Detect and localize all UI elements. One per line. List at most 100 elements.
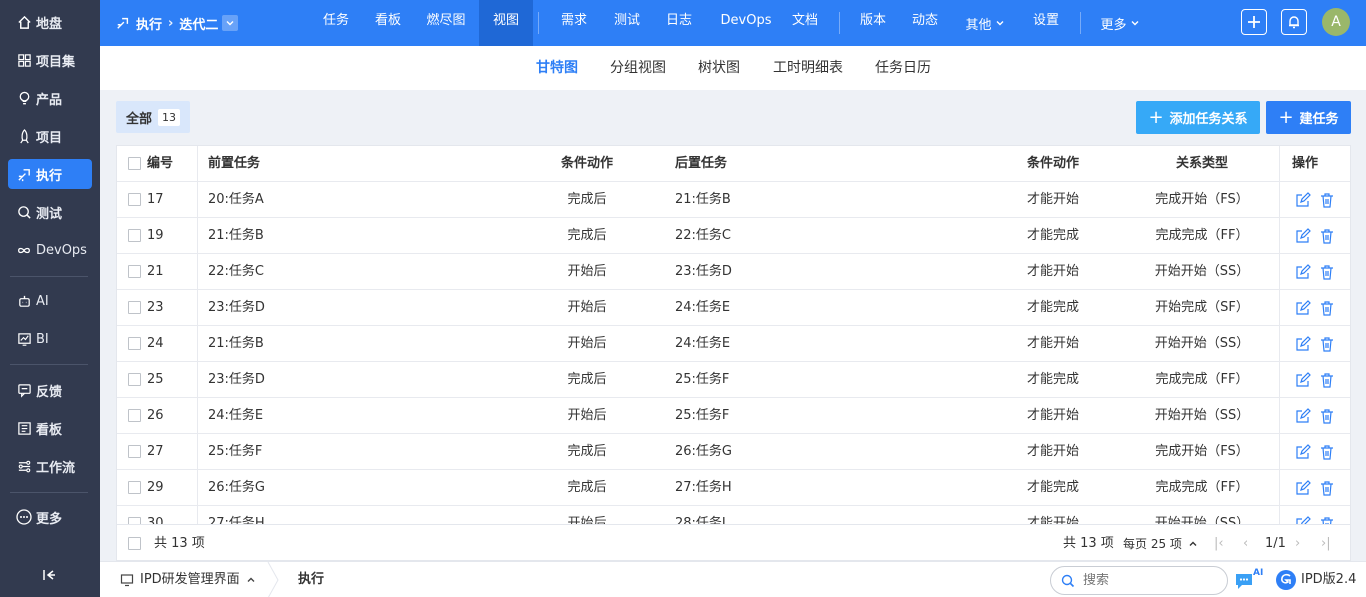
nav-dynamic[interactable]: 动态 (902, 0, 948, 46)
app-switcher[interactable]: IPD研发管理界面 (120, 562, 256, 597)
chevron-up-icon (1189, 541, 1197, 546)
version-info[interactable]: IPD版2.4 (1275, 562, 1356, 597)
create-task-button[interactable]: + 建任务 (1266, 101, 1351, 134)
col-successor[interactable]: 后置任务 (675, 146, 727, 182)
row-predecessor: 21:任务B (208, 336, 264, 351)
tab-tree[interactable]: 树状图 (698, 46, 740, 90)
nav-more[interactable]: 更多 (1094, 0, 1146, 46)
row-condition: 完成后 (567, 480, 607, 495)
nav-task[interactable]: 任务 (314, 0, 358, 46)
row-id: 21 (147, 264, 164, 279)
nav-kanban[interactable]: 看板 (366, 0, 410, 46)
edit-icon[interactable] (1295, 443, 1311, 460)
edit-icon[interactable] (1295, 335, 1311, 352)
sidebar-item-workflow[interactable]: 工作流 (8, 451, 92, 481)
nav-view[interactable]: 视图 (479, 0, 533, 46)
nav-other[interactable]: 其他 (956, 0, 1014, 46)
edit-icon[interactable] (1295, 479, 1311, 496)
select-all-checkbox[interactable] (128, 157, 141, 170)
delete-icon[interactable] (1319, 408, 1335, 424)
nav-doc[interactable]: 文档 (782, 0, 828, 46)
nav-build[interactable]: 版本 (850, 0, 896, 46)
edit-icon[interactable] (1295, 299, 1311, 316)
row-predecessor: 23:任务D (208, 300, 265, 315)
sidebar-item-devops[interactable]: DevOps (8, 235, 92, 265)
next-page-icon[interactable]: › (1295, 525, 1300, 560)
delete-icon[interactable] (1319, 300, 1335, 316)
edit-icon[interactable] (1295, 227, 1311, 244)
delete-icon[interactable] (1319, 228, 1335, 244)
nav-devops[interactable]: DevOps (709, 0, 783, 46)
tab-calendar[interactable]: 任务日历 (875, 46, 931, 90)
footer-select-checkbox[interactable] (128, 537, 141, 550)
row-checkbox[interactable] (128, 445, 141, 458)
table-row: 26 24:任务E 开始后 25:任务F 才能开始 开始开始（SS） (117, 398, 1350, 434)
edit-icon[interactable] (1295, 263, 1311, 280)
collapse-sidebar-icon[interactable] (42, 568, 58, 584)
nav-story[interactable]: 需求 (550, 0, 598, 46)
delete-icon[interactable] (1319, 372, 1335, 388)
search-input[interactable] (1083, 573, 1203, 588)
sidebar-item-project[interactable]: 项目 (8, 121, 92, 151)
row-operations (1279, 290, 1350, 326)
row-checkbox[interactable] (128, 373, 141, 386)
delete-icon[interactable] (1319, 192, 1335, 208)
sidebar-item-product[interactable]: 产品 (8, 83, 92, 113)
last-page-icon[interactable]: ›| (1321, 525, 1331, 560)
page-size-select[interactable]: 每页 25 项 (1123, 525, 1198, 560)
edit-icon[interactable] (1295, 191, 1311, 208)
row-checkbox[interactable] (128, 409, 141, 422)
delete-icon[interactable] (1319, 336, 1335, 352)
edit-icon[interactable] (1295, 407, 1311, 424)
row-checkbox[interactable] (128, 337, 141, 350)
create-button[interactable] (1241, 9, 1267, 35)
app-name: IPD研发管理界面 (140, 572, 240, 587)
col-predecessor[interactable]: 前置任务 (208, 146, 260, 182)
row-checkbox[interactable] (128, 301, 141, 314)
sidebar-item-test[interactable]: 测试 (8, 197, 92, 227)
nav-test[interactable]: 测试 (604, 0, 650, 46)
tab-effort[interactable]: 工时明细表 (773, 46, 843, 90)
sidebar-item-feedback[interactable]: 反馈 (8, 375, 92, 405)
breadcrumb-module[interactable]: 执行 (136, 14, 162, 33)
row-checkbox[interactable] (128, 265, 141, 278)
add-relation-button[interactable]: + 添加任务关系 (1136, 101, 1260, 134)
sidebar-item-label: 更多 (36, 511, 63, 527)
nav-log[interactable]: 日志 (656, 0, 702, 46)
top-header: 执行 › 迭代二 任务 看板 燃尽图 视图 需求 测试 日志 DevOps 文档… (100, 0, 1366, 46)
search-box[interactable] (1050, 566, 1228, 595)
sidebar-item-home[interactable]: 地盘 (8, 7, 92, 37)
sidebar-item-bi[interactable]: BI (8, 324, 92, 354)
delete-icon[interactable] (1319, 480, 1335, 496)
row-checkbox[interactable] (128, 229, 141, 242)
sidebar-item-more[interactable]: 更多 (8, 502, 92, 532)
sidebar-item-programs[interactable]: 项目集 (8, 45, 92, 75)
sidebar-item-execution[interactable]: 执行 (8, 159, 92, 189)
tab-gantt[interactable]: 甘特图 (536, 46, 578, 90)
current-module[interactable]: 执行 (298, 562, 324, 597)
sidebar-item-label: 执行 (36, 168, 63, 184)
edit-icon[interactable] (1295, 371, 1311, 388)
row-checkbox[interactable] (128, 481, 141, 494)
user-avatar[interactable]: A (1322, 8, 1350, 36)
chevron-down-icon[interactable] (222, 15, 239, 31)
col-divider (197, 434, 198, 470)
tab-group-view[interactable]: 分组视图 (610, 46, 666, 90)
notification-button[interactable] (1281, 9, 1307, 35)
feedback-icon (16, 382, 32, 398)
col-id[interactable]: 编号 (147, 146, 173, 182)
delete-icon[interactable] (1319, 264, 1335, 280)
sidebar-item-label: DevOps (36, 242, 87, 258)
nav-settings[interactable]: 设置 (1022, 0, 1070, 46)
prev-page-icon[interactable]: ‹ (1243, 525, 1248, 560)
sidebar-item-ai[interactable]: AI (8, 286, 92, 316)
sidebar-item-kanban[interactable]: 看板 (8, 413, 92, 443)
breadcrumb-iteration[interactable]: 迭代二 (179, 14, 218, 33)
first-page-icon[interactable]: |‹ (1214, 525, 1224, 560)
ai-assistant-button[interactable]: AI (1234, 568, 1264, 592)
nav-burndown[interactable]: 燃尽图 (418, 0, 474, 46)
delete-icon[interactable] (1319, 444, 1335, 460)
filter-all-tab[interactable]: 全部 13 (116, 101, 191, 133)
row-checkbox[interactable] (128, 193, 141, 206)
pager-summary: 共 13 项 (1063, 536, 1114, 551)
